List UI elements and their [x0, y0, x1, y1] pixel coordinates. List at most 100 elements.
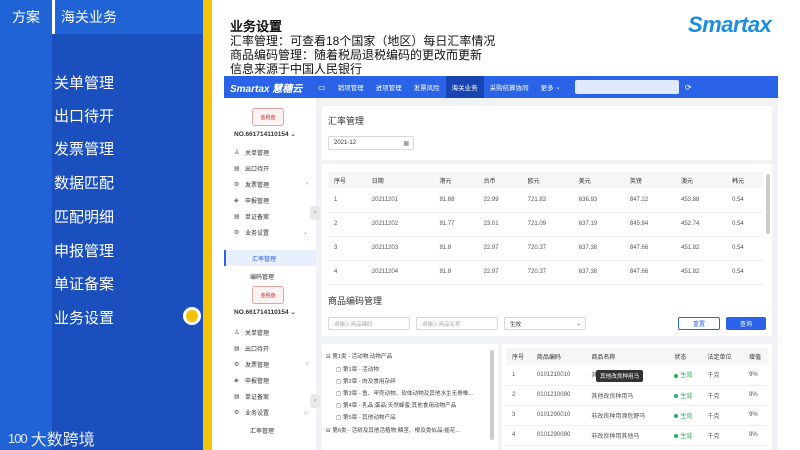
table-cell: 3 [328, 236, 366, 261]
table-row[interactable]: 3 20211203 81.8 22.97 720.37 637.38 847.66 451.… [328, 236, 764, 261]
table-cell: 生效 [668, 405, 702, 426]
table-cell: 非改良种用其他马 [585, 425, 669, 446]
goods-table-panel: 序号商品编码商品名称状态法定单位增值 10101210010其他改良种用马生效千… [502, 344, 772, 450]
sidebar-item[interactable]: ♙ 关单管理 [224, 144, 316, 160]
status-text: 生效 [680, 373, 693, 380]
tree-node[interactable]: ⊟ 第1类 - 活动物;动物产品 [326, 352, 392, 360]
left-panel: 方案 海关业务 关单管理 出口待开 发票管理 数据匹配 匹配明细 申报管理 单证… [0, 0, 212, 450]
scrollbar[interactable] [766, 174, 770, 234]
tree-node[interactable]: ⊟ 第6类 - 活树及其他活植物;鳞茎、根及类似品;插花... [326, 426, 460, 434]
nav-item[interactable]: 采购结算协同 [484, 76, 535, 98]
table-row[interactable]: 2 0101210090 其他改良种用马 生效 千克 9% [506, 385, 768, 406]
table-cell: 636.93 [572, 188, 624, 213]
sidebar-subitem[interactable]: 编码管理 [224, 268, 316, 284]
table-cell: 4 [506, 425, 531, 446]
sidebar-item[interactable]: ▤ 出口待开 [224, 340, 316, 356]
nav-item[interactable]: 进项管理 [370, 76, 408, 98]
rate-title: 汇率管理 [328, 116, 365, 126]
topic-item-active[interactable]: 业务设置 [54, 307, 114, 328]
brand-name: 大数跨境 [30, 432, 95, 449]
collapse-sidebar-button[interactable]: ‹ [310, 394, 320, 408]
column-header: 美元 [572, 172, 624, 188]
status-select[interactable]: 生效 ⌄ [504, 317, 586, 330]
account-number[interactable]: NO.661714110154 ⌄ [234, 308, 296, 316]
status-dot-icon [674, 393, 679, 398]
date-picker[interactable]: 2021-12 ▦ [328, 136, 414, 150]
goods-code-input[interactable]: 请输入商品编码 [328, 317, 410, 330]
table-cell: 生效 [668, 425, 702, 446]
monitor-icon[interactable]: ▭ [312, 83, 332, 92]
sidebar-item[interactable]: ▤ 出口待开 [224, 160, 316, 176]
goods-table: 序号商品编码商品名称状态法定单位增值 10101210010其他改良种用马生效千… [506, 348, 768, 446]
table-cell: 0101290010 [530, 405, 586, 426]
account-number[interactable]: NO.661714110154 ⌄ [234, 130, 296, 138]
table-cell: 2 [506, 385, 531, 406]
tree-node[interactable]: ▢ 第5章 - 其他动物产品 [336, 413, 396, 421]
nav-item[interactable]: 发票风险 [408, 76, 446, 98]
sidebar-subitem[interactable]: 汇率管理 [224, 422, 316, 438]
table-row[interactable]: 4 20211204 81.8 22.97 720.37 637.38 847.66 451.… [328, 260, 764, 285]
table-cell: 847.66 [623, 260, 675, 285]
table-cell: 81.68 [433, 188, 478, 213]
sidebar-item[interactable]: ◈ 申报管理 [224, 372, 316, 388]
column-header: 台币 [477, 172, 522, 188]
topic-item[interactable]: 出口待开 [54, 105, 114, 126]
sidebar-item[interactable]: ⚙ 业务设置 ⌄ [224, 224, 316, 240]
brand-mark: 100 [8, 430, 28, 446]
column-header: 法定单位 [701, 348, 744, 365]
tree-node[interactable]: ▢ 第4章 - 乳品;蛋品;天然蜂蜜;其他食用动物产品 [336, 401, 456, 409]
tree-node[interactable]: ▢ 第2章 - 肉及食用杂碎 [336, 377, 396, 385]
sidebar-label: 申报管理 [245, 378, 270, 385]
topic-item[interactable]: 发票管理 [54, 138, 114, 159]
tab-solution[interactable]: 方案 [0, 0, 52, 34]
sidebar-item[interactable]: ◈ 申报管理 [224, 192, 316, 208]
column-header: 日期 [365, 172, 434, 188]
date-value: 2021-12 [334, 140, 357, 146]
column-header: 增值 [743, 348, 768, 365]
sidebar-item[interactable]: ⚙ 发票管理 › [224, 176, 316, 192]
sidebar-item[interactable]: ▤ 单证备案 [224, 388, 316, 404]
table-cell: 451.82 [674, 260, 727, 285]
app-sidebar: 金税盘 NO.661714110154 ⌄ ♙ 关单管理 ▤ 出口待开 ⚙ 发票管理 ›… [224, 98, 316, 450]
file-icon: ▢ [336, 403, 342, 409]
nav-search-box[interactable] [574, 80, 679, 94]
topic-item[interactable]: 关单管理 [54, 72, 114, 93]
sidebar-item[interactable]: ⚙ 发票管理 › [224, 356, 316, 372]
tab-customs[interactable]: 海关业务 [52, 0, 212, 34]
sidebar-item[interactable]: ▤ 单证备案 [224, 208, 316, 224]
nav-item-active[interactable]: 海关业务 [445, 76, 484, 98]
refresh-icon[interactable]: ⟳ [679, 83, 698, 92]
sidebar-label: 发票管理 [245, 362, 270, 369]
table-cell: 453.88 [674, 188, 727, 213]
tree-node[interactable]: ▢ 第1章 - 活动物 [336, 365, 379, 373]
sidebar-subitem-active[interactable]: 汇率管理 [224, 250, 316, 266]
query-button[interactable]: 查询 [726, 317, 766, 330]
table-row[interactable]: 1 20211201 81.68 22.99 721.83 636.93 847.22 453… [328, 188, 764, 213]
table-cell: 9% [743, 405, 768, 426]
topic-item[interactable]: 数据匹配 [54, 172, 114, 193]
table-row[interactable]: 4 0101290090 非改良种用其他马 生效 千克 9% [506, 425, 768, 446]
nav-more[interactable]: 更多 ⌄ [535, 76, 567, 98]
tree-node[interactable]: ▢ 第3章 - 鱼、甲壳动物、软体动物及其他水生无脊椎... [336, 389, 473, 397]
table-cell: 0101290090 [530, 425, 586, 446]
topic-item[interactable]: 匹配明细 [54, 206, 114, 227]
nav-item[interactable]: 销项管理 [332, 76, 370, 98]
tree-label: 第3章 - 鱼、甲壳动物、软体动物及其他水生无脊椎... [342, 391, 474, 397]
accent-bar [203, 0, 212, 450]
sidebar-item[interactable]: ⚙ 业务设置 ⌄ [224, 404, 316, 420]
minus-square-icon: ⊟ [326, 428, 331, 434]
goods-name-input[interactable]: 请输入商品名称 [416, 317, 498, 330]
topic-item[interactable]: 申报管理 [54, 240, 114, 261]
table-row[interactable]: 3 0101290010 非改良种用濒危野马 生效 千克 9% [506, 405, 768, 426]
minus-square-icon: ⊟ [326, 354, 331, 360]
table-row[interactable]: 2 20211202 81.77 23.01 721.09 637.19 845.84 452… [328, 212, 764, 237]
reset-button[interactable]: 重置 [678, 317, 720, 330]
scrollbar[interactable] [490, 350, 494, 440]
collapse-sidebar-button[interactable]: ‹ [310, 206, 320, 220]
status-text: 生效 [680, 393, 693, 400]
table-cell: 23.01 [477, 212, 522, 237]
table-cell: 847.66 [623, 236, 675, 261]
desc-line: 信息来源于中国人民银行 [230, 62, 363, 76]
sidebar-item[interactable]: ♙ 关单管理 [224, 324, 316, 340]
topic-item[interactable]: 单证备案 [54, 273, 114, 294]
